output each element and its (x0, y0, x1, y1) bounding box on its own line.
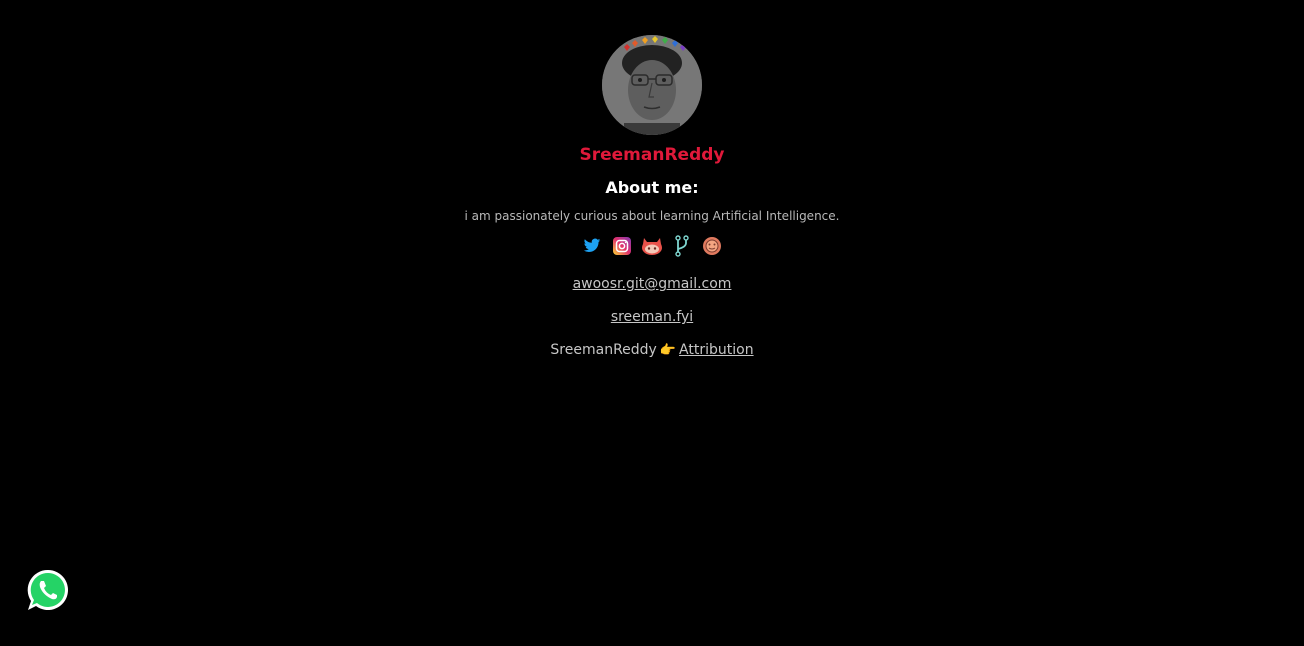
avatar-image (602, 35, 702, 135)
attribution-link[interactable]: Attribution (679, 341, 754, 360)
avatar (602, 35, 702, 135)
social-links (581, 235, 723, 257)
about-heading: About me: (605, 178, 699, 197)
whatsapp-icon (27, 569, 69, 610)
twitter-link[interactable] (581, 235, 603, 257)
attribution-prefix: SreemanReddy (550, 342, 657, 358)
email-line: awoosr.git@gmail.com (573, 275, 732, 294)
profile-name: SreemanReddy (579, 145, 725, 165)
instagram-icon (613, 237, 631, 255)
git-fork-icon (675, 235, 689, 257)
github-octocat-icon (642, 238, 662, 255)
github-link[interactable] (641, 235, 663, 257)
site-line: sreeman.fyi (611, 308, 693, 327)
orange-circle-icon (703, 237, 721, 255)
website-link[interactable]: sreeman.fyi (611, 309, 693, 325)
whatsapp-button[interactable] (26, 568, 70, 612)
other-social-link[interactable] (701, 235, 723, 257)
profile-card: SreemanReddy About me: i am passionately… (0, 35, 1304, 360)
pointing-hand-icon: 👉 (659, 343, 677, 358)
instagram-link[interactable] (611, 235, 633, 257)
about-text: i am passionately curious about learning… (464, 209, 840, 223)
attribution-line: SreemanReddy 👉 Attribution (550, 341, 753, 360)
email-link[interactable]: awoosr.git@gmail.com (573, 276, 732, 292)
git-fork-link[interactable] (671, 235, 693, 257)
page: SreemanReddy About me: i am passionately… (0, 0, 1304, 646)
twitter-bird-icon (583, 238, 601, 253)
